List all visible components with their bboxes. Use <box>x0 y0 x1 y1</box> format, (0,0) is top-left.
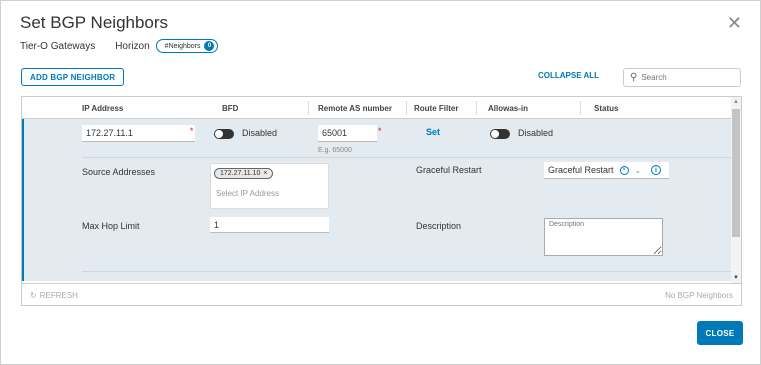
graceful-restart-value: Graceful Restart <box>548 165 614 175</box>
required-marker: * <box>378 126 382 136</box>
close-button[interactable]: CLOSE <box>697 321 743 345</box>
bgp-neighbors-dialog: Set BGP Neighbors ✕ Tier-O Gateways Hori… <box>0 0 761 365</box>
source-address-placeholder: Select IP Address <box>216 189 279 198</box>
gateway-type: Tier-O Gateways <box>20 40 96 52</box>
neighbors-grid: IP Address BFD Remote AS number Route Fi… <box>21 96 742 306</box>
col-bfd[interactable]: BFD <box>222 104 238 113</box>
search-icon: ⚲ <box>630 72 638 83</box>
allowas-in-status: Disabled <box>518 128 554 138</box>
col-route-filter[interactable]: Route Filter <box>414 104 458 113</box>
grid-header: IP Address BFD Remote AS number Route Fi… <box>22 97 732 119</box>
clear-selection-icon[interactable]: × <box>619 165 629 175</box>
allowas-in-toggle[interactable] <box>490 129 510 139</box>
search-input[interactable] <box>641 73 732 82</box>
bfd-toggle[interactable] <box>214 129 234 139</box>
ip-address-field[interactable] <box>82 125 195 142</box>
grid-scrollbar[interactable]: ▲ ▼ <box>731 97 741 283</box>
col-divider[interactable] <box>476 101 477 115</box>
source-addresses-select[interactable]: 172.27.11.10 × Select IP Address <box>210 163 329 209</box>
chip-label: 172.27.11.10 <box>220 170 261 177</box>
close-icon[interactable]: ✕ <box>727 13 742 34</box>
scroll-thumb[interactable] <box>732 109 740 237</box>
row-divider <box>82 157 732 158</box>
neighbors-pill-label: #Neighbors <box>164 42 201 50</box>
max-hop-limit-label: Max Hop Limit <box>82 221 140 231</box>
chevron-down-icon[interactable]: ⌄ <box>635 166 642 175</box>
search-box[interactable]: ⚲ <box>623 68 741 87</box>
max-hop-limit-field[interactable] <box>210 217 329 233</box>
refresh-button[interactable]: ↻ REFRESH <box>30 291 78 300</box>
description-label: Description <box>416 221 462 231</box>
refresh-icon: ↻ <box>30 291 37 300</box>
neighbor-count-text: No BGP Neighbors <box>665 291 733 300</box>
scroll-up-icon[interactable]: ▲ <box>733 99 739 105</box>
route-filter-set-link[interactable]: Set <box>426 127 440 137</box>
refresh-label: REFRESH <box>39 291 78 300</box>
col-ip-address[interactable]: IP Address <box>82 104 123 113</box>
grid-footer: ↻ REFRESH No BGP Neighbors <box>22 283 741 306</box>
scroll-down-icon[interactable]: ▼ <box>733 275 739 281</box>
col-remote-as[interactable]: Remote AS number <box>318 104 392 113</box>
dialog-title: Set BGP Neighbors <box>20 13 169 32</box>
source-addresses-label: Source Addresses <box>82 167 156 177</box>
bfd-status: Disabled <box>242 128 278 138</box>
info-icon[interactable]: i <box>651 165 661 175</box>
remote-as-field[interactable] <box>318 125 377 142</box>
source-address-chip[interactable]: 172.27.11.10 × <box>214 168 274 179</box>
col-divider[interactable] <box>308 101 309 115</box>
breadcrumb: Tier-O Gateways Horizon #Neighbors 0 <box>20 39 219 53</box>
graceful-restart-label: Graceful Restart <box>416 165 482 175</box>
add-bgp-neighbor-button[interactable]: ADD BGP NEIGHBOR <box>21 68 125 86</box>
collapse-all-link[interactable]: COLLAPSE ALL <box>538 71 599 80</box>
remote-as-hint: E.g. 65000 <box>318 147 352 154</box>
remove-chip-icon[interactable]: × <box>263 170 267 177</box>
col-status[interactable]: Status <box>594 104 618 113</box>
col-divider[interactable] <box>406 101 407 115</box>
col-divider[interactable] <box>580 101 581 115</box>
neighbors-count-badge: 0 <box>204 41 215 51</box>
neighbors-pill[interactable]: #Neighbors 0 <box>155 39 219 53</box>
description-textarea[interactable] <box>544 218 663 256</box>
neighbor-row-expanded: * Disabled * E.g. 65000 Set Disabled Sou… <box>22 119 732 281</box>
required-marker: * <box>190 126 194 136</box>
row-divider <box>82 271 732 272</box>
gateway-name: Horizon <box>115 40 150 52</box>
col-allowas-in[interactable]: Allowas-in <box>488 104 528 113</box>
